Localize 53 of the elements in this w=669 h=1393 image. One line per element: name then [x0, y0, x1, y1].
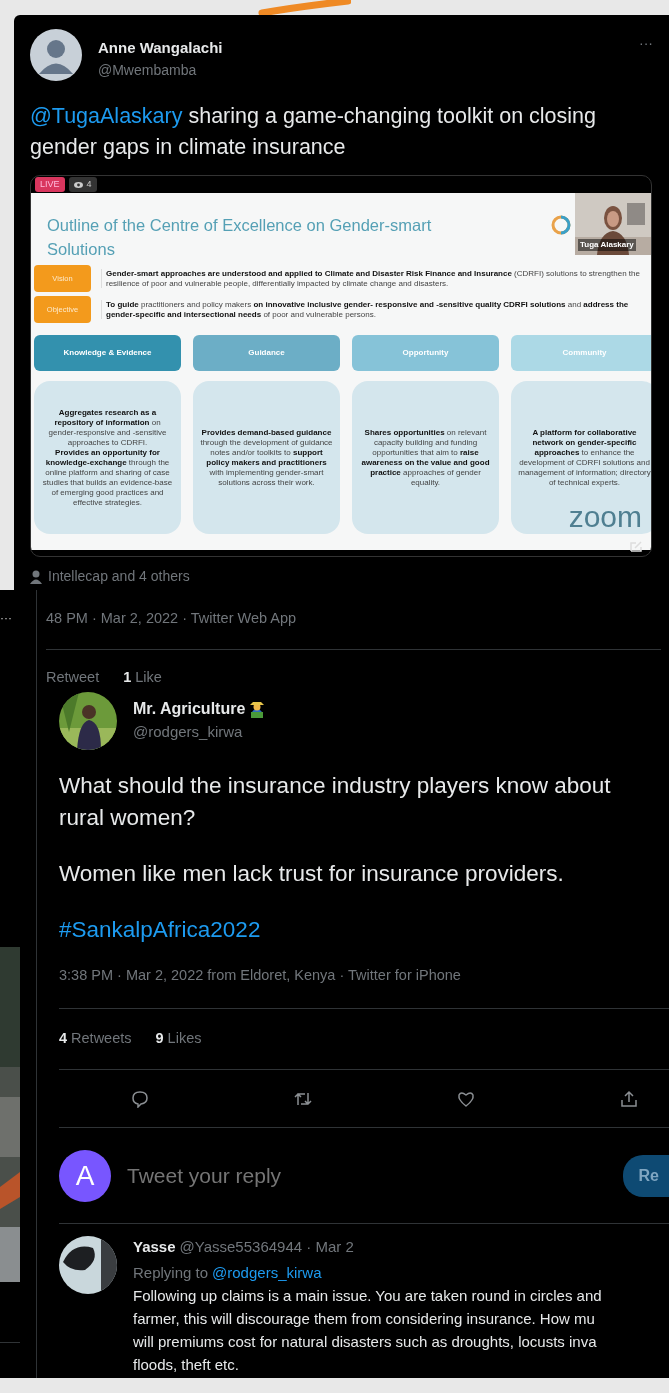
stat-link[interactable]: 9 Likes	[155, 1028, 202, 1050]
reply-text-line: Following up claims is a main issue. You are taken round in circles and	[133, 1286, 602, 1306]
column-heading: Knowledge & Evidence	[34, 335, 181, 371]
more-button[interactable]: ···	[0, 612, 36, 624]
tagged-users[interactable]: Intellecap and 4 others	[48, 566, 190, 587]
live-badge: LIVE	[35, 176, 65, 193]
person-icon	[30, 569, 42, 584]
tweet-timestamp[interactable]: 48 PM · Mar 2, 2022 · Twitter Web App	[37, 590, 669, 630]
author-handle[interactable]: @Mwembamba	[98, 59, 623, 81]
stat-link[interactable]: Retweet	[46, 666, 100, 689]
reply-button[interactable]: Re	[622, 1154, 669, 1197]
share-icon[interactable]	[620, 1089, 638, 1108]
hashtag-link[interactable]: #SankalpAfrica2022	[59, 913, 261, 946]
reply-text-line: farmer, this will discourage them from considering insurance. How mu	[133, 1309, 596, 1329]
avatar	[30, 29, 82, 81]
stat-link[interactable]: 1 Like	[123, 666, 162, 689]
eye-icon	[73, 181, 83, 188]
heart-icon[interactable]	[457, 1089, 475, 1108]
viewer-number: 4	[86, 177, 92, 191]
mention-link[interactable]: @rodgers_kirwa	[212, 1261, 322, 1284]
author-name[interactable]: Yasse	[133, 1236, 176, 1259]
tweet-text: @TugaAlaskary sharing a game-changing toolkit on closing gender gaps in climate insurance	[30, 103, 597, 161]
speaker-name: Tuga Alaskary	[578, 239, 636, 251]
more-button[interactable]: ···	[639, 33, 653, 54]
column-text: A platform for collaborative network on gender-specific approaches to enhance the development of CDRFI solutions and management of information; directory of technical experts.	[517, 427, 651, 488]
column-text: Aggregates research as a repository of information on gender-responsive and -sensitive approaches to CDRFI. Provides an opportunity for knowledge-exchange through the online platform and sharing of case studies that builds an evidence-base of emerging good practices and effective strategies.	[41, 407, 174, 508]
column-text: Shares opportunities on relevant capacity building and funding opportunities that aim to raise awareness on the value and good practice approaches of gender equality.	[360, 427, 491, 488]
column-heading: Community	[511, 335, 651, 371]
column-heading: Guidance	[193, 335, 340, 371]
row-text: To guide practitioners and policy makers on innovative inclusive gender- responsive and -sensitive quality CDRFI solutions and address the gender-specific and intersectional needs of poor and vulnerable persons.	[101, 300, 651, 319]
replying-label: Replying to	[133, 1262, 209, 1283]
reply-input[interactable]: Tweet your reply	[125, 1158, 609, 1193]
slide-title: Outline of the Centre of Excellence on Gender-smart Solutions	[46, 215, 433, 260]
tweet-timestamp[interactable]: 3:38 PM · Mar 2, 2022 from Eldoret, Kenya · Twitter for iPhone	[59, 964, 669, 987]
mention-link[interactable]: @TugaAlaskary	[30, 104, 183, 128]
tweet-text: Women like men lack trust for insurance providers.	[59, 859, 565, 888]
row-text: Gender-smart approaches are understood and applied to Climate and Disaster Risk Finance and Insurance (CDRFI) solutions to strengthen the resilience of poor and vulnerable people, differentially impacted by climate change and disasters.	[101, 269, 651, 288]
edit-icon[interactable]	[629, 541, 643, 553]
reply-icon[interactable]	[131, 1089, 149, 1108]
column-text: Provides demand-based guidance through the development of guidance notes and/or toolkits to support policy makers and practitioners with implementing gender-smart solutions across their work.	[199, 427, 334, 488]
farmer-icon	[249, 700, 266, 719]
user-avatar: A	[59, 1149, 111, 1202]
author-handle[interactable]: @rodgers_kirwa	[133, 721, 266, 744]
stat-link[interactable]: 4 Retweets	[59, 1028, 132, 1050]
author-name[interactable]: Mr. Agriculture	[133, 697, 246, 722]
reply-text-line: floods, theft etc.	[133, 1355, 240, 1375]
zoom-logo: zoom	[568, 502, 642, 532]
reply-meta: @Yasse55364944 · Mar 2	[179, 1237, 354, 1257]
column-heading: Opportunity	[352, 335, 499, 371]
tweet-text: What should the insurance industry players know about rural women?	[59, 771, 612, 832]
reply-text-line: will premiums cost for natural disasters such as droughts, locusts inva	[133, 1332, 598, 1352]
author-name[interactable]: Anne Wangalachi	[98, 37, 623, 60]
logo-icon	[551, 215, 571, 235]
